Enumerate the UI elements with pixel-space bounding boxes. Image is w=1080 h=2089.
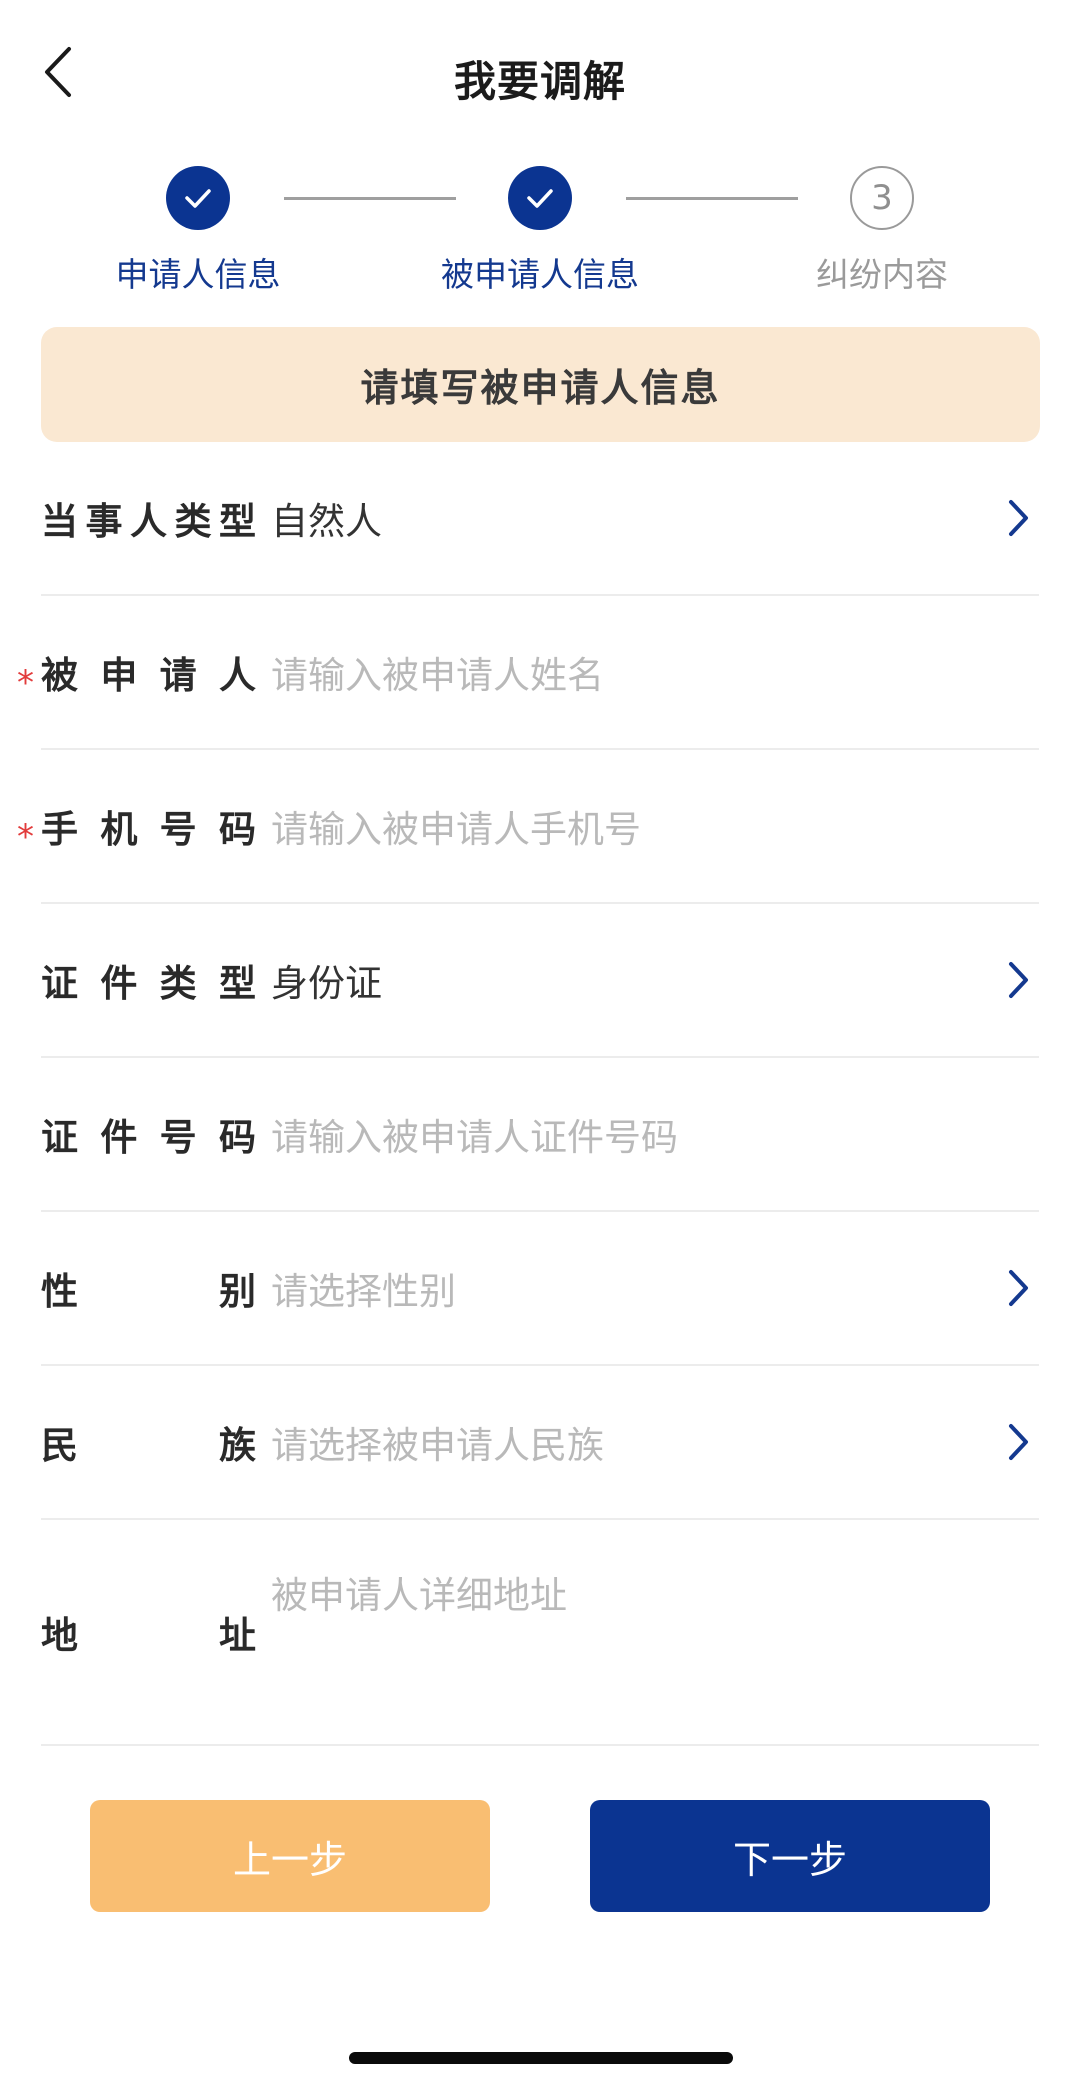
required-mark: * bbox=[17, 663, 34, 703]
step-connector bbox=[626, 197, 798, 200]
id-number-label: 证件号码 bbox=[41, 1116, 256, 1159]
respondent-form: 当事人类型 自然人 * 被申请人 请输入被申请人姓名 * 手机号码 请输入被申请… bbox=[0, 442, 1080, 1746]
gender-label: 性别 bbox=[41, 1270, 256, 1313]
prev-step-button[interactable]: 上一步 bbox=[90, 1800, 490, 1912]
id-type-label: 证件类型 bbox=[41, 962, 256, 1005]
address-label: 地址 bbox=[41, 1614, 256, 1657]
chevron-right-icon[interactable] bbox=[1003, 1266, 1033, 1310]
phone-label: 手机号码 bbox=[41, 808, 256, 851]
step-2-check-icon bbox=[508, 166, 572, 230]
step-3-number: 3 bbox=[850, 166, 914, 230]
id-number-input[interactable]: 请输入被申请人证件号码 bbox=[271, 1107, 678, 1161]
phone-row[interactable]: * 手机号码 请输入被申请人手机号 bbox=[17, 750, 1039, 904]
id-number-row[interactable]: 证件号码 请输入被申请人证件号码 bbox=[41, 1058, 1039, 1212]
party-type-label: 当事人类型 bbox=[41, 500, 256, 543]
id-type-row[interactable]: 证件类型 身份证 bbox=[41, 904, 1039, 1058]
id-type-value[interactable]: 身份证 bbox=[271, 953, 382, 1007]
party-type-value[interactable]: 自然人 bbox=[271, 491, 382, 545]
chevron-right-icon[interactable] bbox=[1003, 1420, 1033, 1464]
gender-select[interactable]: 请选择性别 bbox=[271, 1261, 456, 1315]
chevron-right-icon[interactable] bbox=[1003, 496, 1033, 540]
phone-input[interactable]: 请输入被申请人手机号 bbox=[271, 799, 641, 853]
step-1-label: 申请人信息 bbox=[115, 255, 281, 294]
respondent-name-input[interactable]: 请输入被申请人姓名 bbox=[271, 645, 604, 699]
ethnicity-select[interactable]: 请选择被申请人民族 bbox=[271, 1415, 604, 1469]
ethnicity-row[interactable]: 民族 请选择被申请人民族 bbox=[41, 1366, 1039, 1520]
next-step-button[interactable]: 下一步 bbox=[590, 1800, 990, 1912]
header: 我要调解 bbox=[0, 0, 1080, 150]
step-1-check-icon bbox=[166, 166, 230, 230]
gender-row[interactable]: 性别 请选择性别 bbox=[41, 1212, 1039, 1366]
address-textarea[interactable]: 被申请人详细地址 bbox=[271, 1565, 567, 1619]
banner-text: 请填写被申请人信息 bbox=[360, 366, 721, 410]
step-2-label: 被申请人信息 bbox=[441, 255, 639, 294]
address-row[interactable]: 地址 被申请人详细地址 bbox=[41, 1520, 1039, 1746]
party-type-row[interactable]: 当事人类型 自然人 bbox=[41, 442, 1039, 596]
ethnicity-label: 民族 bbox=[41, 1424, 256, 1467]
chevron-right-icon[interactable] bbox=[1003, 958, 1033, 1002]
step-3-label: 纠纷内容 bbox=[816, 255, 948, 294]
section-banner: 请填写被申请人信息 bbox=[41, 327, 1040, 442]
required-mark: * bbox=[17, 817, 34, 857]
home-indicator bbox=[349, 2052, 733, 2064]
respondent-name-label: 被申请人 bbox=[41, 654, 256, 697]
page-title: 我要调解 bbox=[453, 57, 626, 106]
respondent-name-row[interactable]: * 被申请人 请输入被申请人姓名 bbox=[17, 596, 1039, 750]
step-connector bbox=[284, 197, 456, 200]
stepper: 3 申请人信息 被申请人信息 纠纷内容 bbox=[0, 160, 1080, 300]
